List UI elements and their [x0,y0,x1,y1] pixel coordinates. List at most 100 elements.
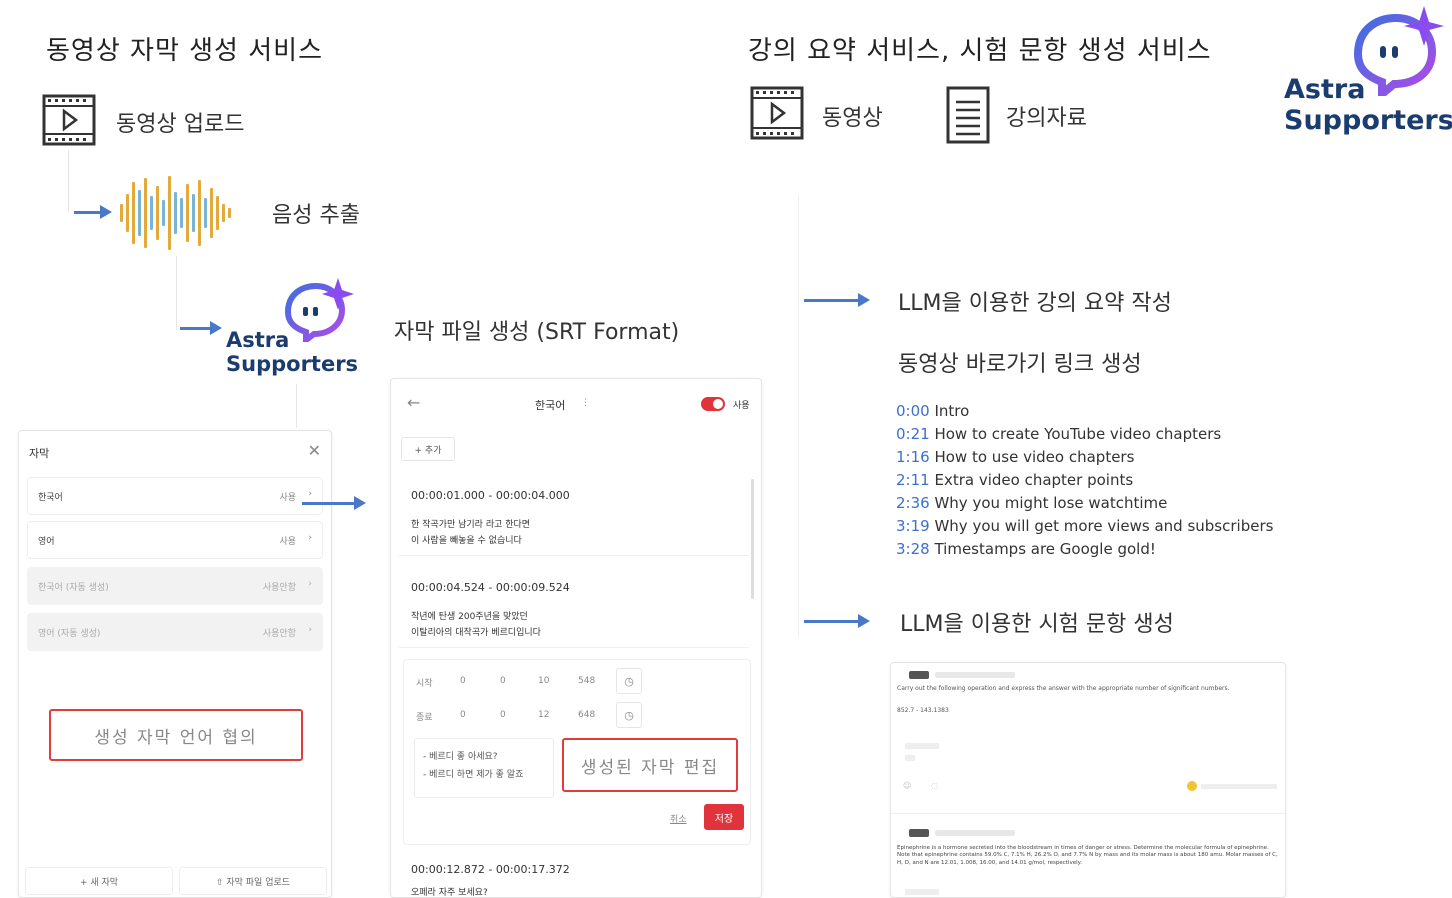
start-second[interactable]: 10 [538,676,549,686]
start-label: 시작 [416,679,433,689]
chapter-timestamp[interactable]: 1:16 [896,448,930,466]
list-item[interactable]: 한국어 (자동 생성) 사용안함 › [27,567,323,605]
row-status: 사용 [279,493,296,503]
video-icon [42,94,96,150]
material-label: 강의자료 [1006,106,1087,131]
start-hour[interactable]: 0 [460,676,466,686]
new-subtitle-button[interactable]: + 새 자막 [25,867,173,895]
chapter-timestamp[interactable]: 0:21 [896,425,930,443]
clock-icon[interactable]: ◷ [616,702,642,728]
chapter-timestamp[interactable]: 0:00 [896,402,930,420]
toggle-label: 사용 [733,401,750,411]
chapter-item[interactable]: 3:28 Timestamps are Google gold! [896,540,1156,558]
upload-subtitle-button[interactable]: ⇧ 자막 파일 업로드 [179,867,327,895]
cue-text-input[interactable]: - 베르디 좋 아세요? - 베르디 하면 제가 좋 알죠 [414,738,554,798]
chapter-timestamp[interactable]: 2:11 [896,471,930,489]
chapter-title: How to create YouTube video chapters [934,425,1222,443]
clock-icon[interactable]: ◷ [616,668,642,694]
use-toggle[interactable] [701,397,725,411]
chapter-timestamp[interactable]: 3:19 [896,517,930,535]
save-button[interactable]: 저장 [704,804,744,830]
brand-line2: Supporters [1284,105,1452,137]
row-status: 사용안함 [262,629,296,639]
author-meta [1201,784,1277,789]
brand-line1: Astra [1284,74,1366,105]
cue-edit-card: 시작 0 0 10 548 ◷ 종료 0 0 12 648 ◷ - 베르디 좋 … [403,659,751,845]
scrollbar[interactable] [751,479,754,599]
chevron-right-icon: › [308,625,312,635]
cue-time: 00:00:01.000 - 00:00:04.000 [411,489,570,502]
row-status: 사용안함 [262,583,296,593]
arrow-icon [804,614,870,628]
chapter-item[interactable]: 1:16 How to use video chapters [896,448,1134,466]
row-lang: 한국어 [38,493,63,503]
answer-placeholder [905,889,939,895]
end-second[interactable]: 12 [538,710,549,720]
brand-large: Astra Supporters [1284,74,1452,136]
list-item[interactable]: 한국어 사용 › [27,477,323,515]
chapter-title: Why you might lose watchtime [934,494,1168,512]
extract-label: 음성 추출 [272,203,360,228]
summary-label: LLM을 이용한 강의 요약 작성 [898,291,1172,316]
cue-edit-line: - 베르디 하면 제가 좋 알죠 [423,770,524,780]
chapter-label: 동영상 바로가기 링크 생성 [898,352,1142,377]
cue-line: 한 작곡가만 남기라 라고 한다면 [411,520,531,530]
cancel-button[interactable]: 취소 [670,812,687,825]
question-badge [909,671,929,679]
cue-time: 00:00:04.524 - 00:00:09.524 [411,581,570,594]
arrow-icon [804,293,870,307]
answer-placeholder [905,743,939,749]
question-prompt: Epinephrine is a hormone secreted into t… [897,845,1278,866]
question-meta [935,672,1015,678]
list-item[interactable]: 영어 사용 › [27,521,323,559]
chapter-timestamp[interactable]: 3:28 [896,540,930,558]
document-icon [946,86,990,148]
add-cue-button[interactable]: + 추가 [401,437,455,461]
cue-line: 작년에 탄생 200주년을 맞았던 [411,612,528,622]
question-badge [909,829,929,837]
panel-title: 자막 [29,447,50,460]
subtitle-panel: 자막 ✕ 한국어 사용 › 영어 사용 › 한국어 (자동 생성) 사용안함 ›… [18,430,332,898]
comment-icon[interactable]: ◌ [931,781,938,790]
brand-line2: Supporters [226,352,359,377]
row-lang: 영어 [38,537,55,547]
row-lang: 영어 (자동 생성) [38,629,101,639]
highlight-edit-box: 생성된 자막 편집 [562,738,738,792]
back-arrow-icon[interactable]: ← [407,393,420,412]
avatar [1187,781,1197,791]
cue-item[interactable]: 00:00:01.000 - 00:00:04.000 한 작곡가만 남기라 라… [399,475,749,556]
close-icon[interactable]: ✕ [308,441,321,460]
more-icon[interactable]: ⋮ [581,398,590,408]
answer-placeholder [905,755,915,761]
end-hour[interactable]: 0 [460,710,466,720]
chapter-item[interactable]: 0:00 Intro [896,402,969,420]
start-minute[interactable]: 0 [500,676,506,686]
cue-item[interactable]: 00:00:04.524 - 00:00:09.524 작년에 탄생 200주년… [399,567,749,648]
video-icon [750,86,804,144]
list-item[interactable]: 영어 (자동 생성) 사용안함 › [27,613,323,651]
right-section-title: 강의 요약 서비스, 시험 문항 생성 서비스 [748,36,1212,66]
chapter-item[interactable]: 3:19 Why you will get more views and sub… [896,517,1273,535]
editor-language[interactable]: 한국어 [535,397,565,413]
chapter-item[interactable]: 0:21 How to create YouTube video chapter… [896,425,1221,443]
brand-line1: Astra [226,328,290,352]
row-lang: 한국어 (자동 생성) [38,583,109,593]
end-minute[interactable]: 0 [500,710,506,720]
chevron-right-icon: › [308,533,312,543]
chapter-item[interactable]: 2:36 Why you might lose watchtime [896,494,1167,512]
chapter-timestamp[interactable]: 2:36 [896,494,930,512]
chapter-title: Timestamps are Google gold! [934,540,1156,558]
cue-line: 이 사람을 빼놓을 수 없습니다 [411,536,522,546]
video-label: 동영상 [822,106,883,131]
like-icon[interactable]: ☺ [903,781,911,790]
cue-time: 00:00:12.872 - 00:00:17.372 [411,863,570,876]
arrow-icon [74,205,112,219]
end-ms[interactable]: 648 [578,710,595,720]
chapter-item[interactable]: 2:11 Extra video chapter points [896,471,1133,489]
chevron-right-icon: › [308,579,312,589]
arrow-icon [180,321,222,335]
start-ms[interactable]: 548 [578,676,595,686]
chapter-title: Extra video chapter points [934,471,1134,489]
highlight-language-box: 생성 자막 언어 협의 [49,709,303,761]
cue-item[interactable]: 00:00:12.872 - 00:00:17.372 오페라 자주 보세요? [399,855,749,898]
